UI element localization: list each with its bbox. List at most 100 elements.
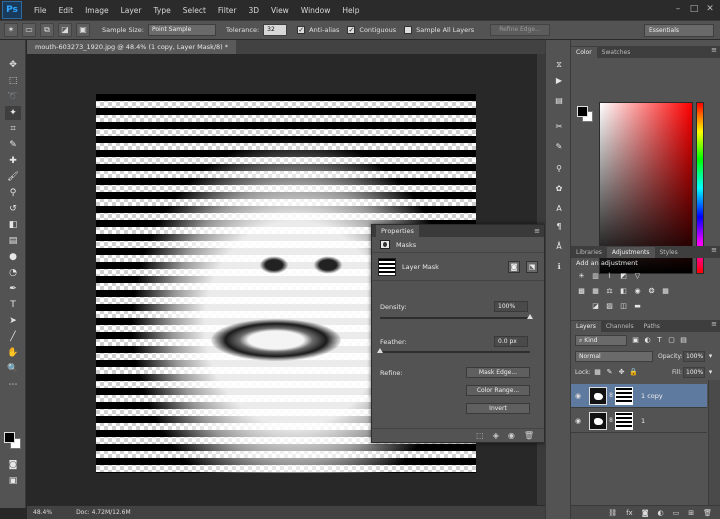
invert-button[interactable]: Invert [466, 403, 530, 414]
clone-source-icon[interactable]: ⚲ [552, 162, 566, 175]
new-adjustment-icon[interactable]: ◐ [658, 509, 664, 517]
layer-name[interactable]: 1 copy [641, 392, 663, 400]
eye-icon[interactable]: ◉ [571, 417, 585, 425]
properties-header[interactable]: Properties ≡ [372, 225, 544, 237]
intersect-selection-icon[interactable]: ▣ [76, 23, 90, 37]
load-selection-icon[interactable]: ⬚ [476, 431, 484, 440]
delete-layer-icon[interactable]: 🗑 [703, 509, 712, 517]
link-layers-icon[interactable]: ⛓ [608, 509, 617, 517]
opacity-dropdown-icon[interactable]: ▾ [706, 352, 715, 361]
eraser-icon[interactable]: ◧ [5, 218, 21, 232]
tool-preset-icon[interactable]: ✶ [4, 23, 18, 37]
dodge-icon[interactable]: ◔ [5, 266, 21, 280]
photo-filter-icon[interactable]: ◉ [633, 287, 642, 296]
layers-scrollbar[interactable] [708, 380, 720, 505]
curves-icon[interactable]: ⌇ [605, 272, 614, 281]
screen-mode-icon[interactable]: ▣ [5, 474, 21, 488]
add-vector-mask-button[interactable]: ⬔ [526, 260, 538, 273]
link-icon[interactable]: 8 [607, 392, 615, 399]
workspace-select[interactable]: Essentials [644, 24, 714, 37]
tool-presets-icon[interactable]: ✿ [552, 182, 566, 195]
menu-layer[interactable]: Layer [115, 6, 148, 15]
path-selection-icon[interactable]: ➤ [5, 314, 21, 328]
vibrance-icon[interactable]: ▽ [633, 272, 642, 281]
contiguous-checkbox[interactable]: ✓ [347, 26, 356, 34]
gradient-map-icon[interactable]: ▬ [633, 302, 642, 311]
density-slider[interactable] [380, 314, 533, 319]
paragraph-icon[interactable]: ¶ [552, 220, 566, 233]
crop-icon[interactable]: ⌗ [5, 122, 21, 136]
gradient-icon[interactable]: ▤ [5, 234, 21, 248]
channel-mixer-icon[interactable]: ❂ [647, 287, 656, 296]
density-slider-thumb[interactable] [527, 314, 533, 319]
tab-channels[interactable]: Channels [601, 321, 639, 332]
color-foreground-swatch[interactable] [577, 106, 588, 117]
actions-panel-icon[interactable]: ▶ [552, 74, 566, 87]
filter-shape-icon[interactable]: ▢ [667, 336, 676, 345]
anti-alias-checkbox[interactable]: ✓ [297, 26, 306, 34]
layer-thumbnail[interactable] [589, 386, 607, 405]
maximize-button[interactable]: □ [688, 3, 700, 15]
tolerance-input[interactable]: 32 [263, 24, 288, 36]
lock-image-icon[interactable]: ✎ [605, 368, 614, 377]
menu-image[interactable]: Image [79, 6, 115, 15]
levels-icon[interactable]: ▥ [591, 272, 600, 281]
mask-edge-button[interactable]: Mask Edge... [466, 367, 530, 378]
selective-color-icon[interactable]: ▩ [577, 287, 586, 296]
layer-thumbnail[interactable] [589, 411, 607, 430]
exposure-icon[interactable]: ◩ [619, 272, 628, 281]
marquee-icon[interactable]: ⬚ [5, 74, 21, 88]
glyphs-icon[interactable]: Å [552, 240, 566, 253]
brightness-contrast-icon[interactable]: ☀ [577, 272, 586, 281]
panel-menu-icon[interactable]: ≡ [534, 227, 540, 235]
history-brush-icon[interactable]: ↺ [5, 202, 21, 216]
menu-edit[interactable]: Edit [53, 6, 80, 15]
menu-select[interactable]: Select [177, 6, 212, 15]
eyedropper-icon[interactable]: ✎ [5, 138, 21, 152]
panel-menu-icon[interactable]: ≡ [711, 320, 717, 328]
new-layer-icon[interactable]: ⊞ [688, 509, 694, 517]
panel-menu-icon[interactable]: ≡ [711, 46, 717, 54]
menu-type[interactable]: Type [148, 6, 177, 15]
layer-style-icon[interactable]: fx [626, 509, 633, 517]
threshold-icon[interactable]: ◫ [619, 302, 628, 311]
tab-color[interactable]: Color [571, 47, 597, 58]
layer-mask-thumbnail[interactable] [615, 411, 633, 430]
menu-view[interactable]: View [265, 6, 295, 15]
blend-mode-select[interactable]: Normal [575, 351, 653, 362]
color-lookup-icon[interactable]: ▦ [661, 287, 670, 296]
lock-position-icon[interactable]: ✥ [617, 368, 626, 377]
layer-comps-icon[interactable]: ▤ [552, 94, 566, 107]
filter-adjustment-icon[interactable]: ◐ [643, 336, 652, 345]
lock-all-icon[interactable]: 🔒 [629, 368, 638, 377]
fill-dropdown-icon[interactable]: ▾ [706, 368, 715, 377]
menu-help[interactable]: Help [336, 6, 365, 15]
lock-transparent-icon[interactable]: ▦ [593, 368, 602, 377]
new-group-icon[interactable]: ▭ [673, 509, 680, 517]
character-icon[interactable]: A [552, 202, 566, 215]
filter-type-icon[interactable]: T [655, 336, 664, 345]
doc-size-info[interactable]: Doc: 4.72M/12.6M [76, 509, 131, 516]
layer-filter-kind-select[interactable]: ⌕ Kind [575, 335, 627, 346]
menu-filter[interactable]: Filter [212, 6, 243, 15]
refine-edge-button[interactable]: Refine Edge... [490, 24, 550, 36]
layer-mask-thumbnail[interactable] [615, 386, 633, 405]
black-white-icon[interactable]: ◧ [619, 287, 628, 296]
panel-menu-icon[interactable]: ≡ [711, 246, 717, 254]
sample-size-select[interactable]: Point Sample [147, 24, 216, 36]
brush-presets-icon[interactable]: ✎ [552, 140, 566, 153]
density-input[interactable]: 100% [494, 301, 528, 312]
quick-mask-icon[interactable]: ◙ [5, 458, 21, 472]
clone-stamp-icon[interactable]: ⚲ [5, 186, 21, 200]
filter-smart-object-icon[interactable]: ▤ [679, 336, 688, 345]
healing-brush-icon[interactable]: ✚ [5, 154, 21, 168]
layer-name[interactable]: 1 [641, 417, 645, 425]
brush-panel-icon[interactable]: ✂ [552, 120, 566, 133]
move-icon[interactable]: ✥ [5, 58, 21, 72]
more-tools-icon[interactable]: ⋯ [5, 378, 21, 392]
zoom-level[interactable]: 48.4% [33, 509, 52, 516]
document-tab[interactable]: mouth-603273_1920.jpg @ 48.4% (1 copy, L… [27, 40, 237, 54]
subtract-selection-icon[interactable]: ◪ [58, 23, 72, 37]
close-button[interactable]: ✕ [704, 3, 716, 15]
zoom-icon[interactable]: 🔍 [5, 362, 21, 376]
